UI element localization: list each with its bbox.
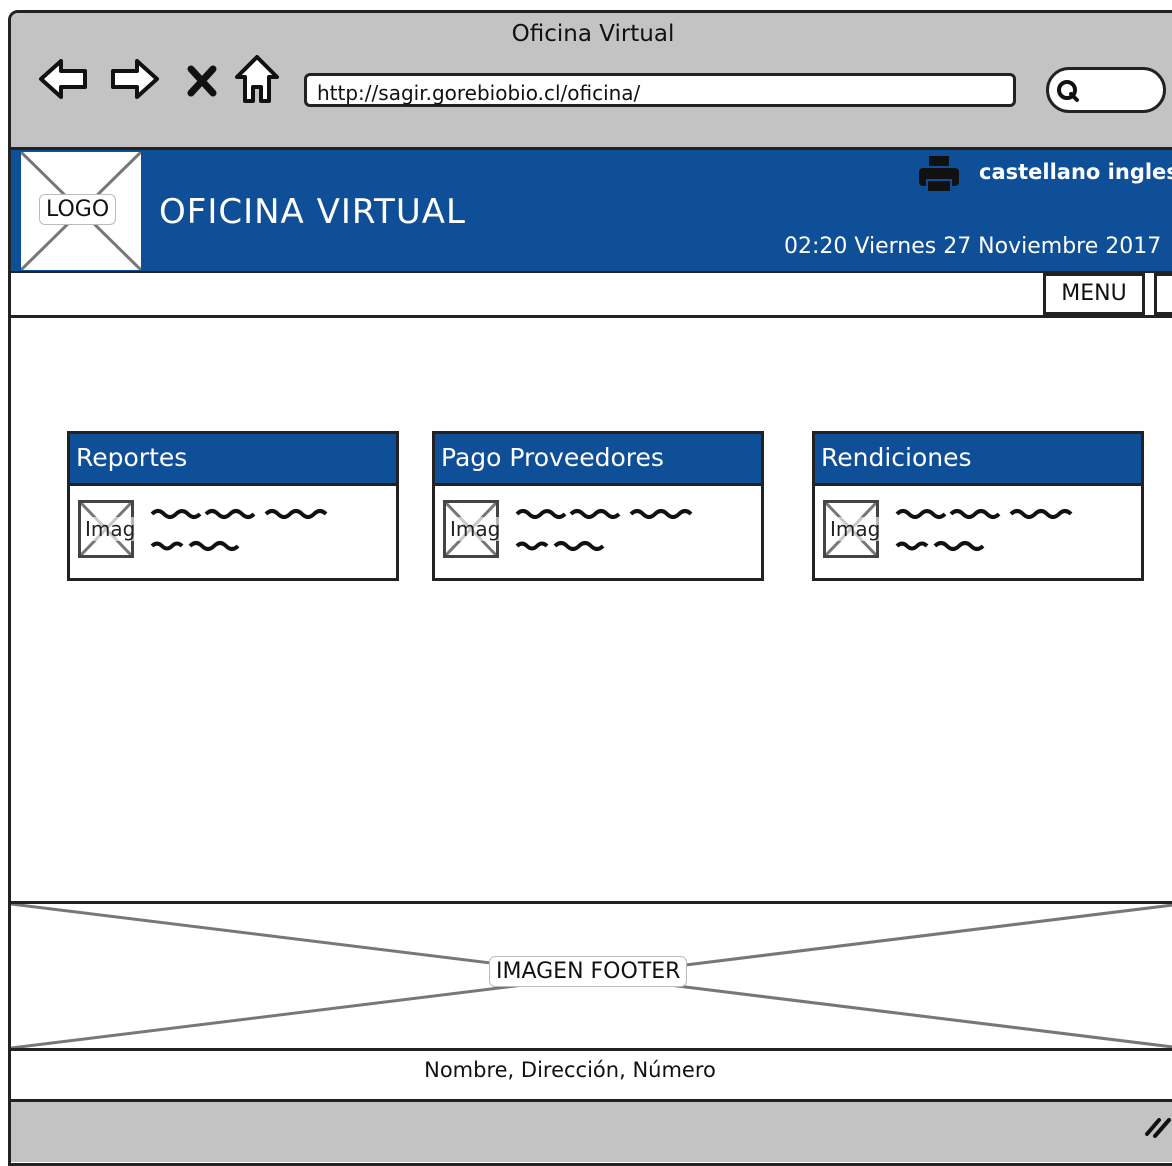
logo-label: LOGO xyxy=(39,194,117,225)
logo-placeholder: LOGO xyxy=(21,152,141,270)
browser-window: Oficina Virtual http://sagir.gorebiobio.… xyxy=(8,10,1172,1166)
scribble-text-placeholder xyxy=(150,509,328,551)
language-castellano-link[interactable]: castellano xyxy=(979,160,1100,184)
browser-status-bar xyxy=(11,1099,1172,1162)
site-title: OFICINA VIRTUAL xyxy=(159,192,466,232)
card-image-placeholder: Imag xyxy=(78,500,136,558)
forward-arrow-icon[interactable] xyxy=(109,57,161,101)
browser-search-box[interactable] xyxy=(1046,67,1166,113)
back-arrow-icon[interactable] xyxy=(37,57,89,101)
card-image-label: Imag xyxy=(85,517,136,541)
footer-image-placeholder: IMAGEN FOOTER xyxy=(11,901,1172,1051)
window-title: Oficina Virtual xyxy=(511,21,675,47)
home-icon[interactable] xyxy=(233,53,281,105)
date-time: 02:20 Viernes 27 Noviembre 2017 xyxy=(784,234,1162,259)
address-bar[interactable]: http://sagir.gorebiobio.cl/oficina/ xyxy=(304,73,1016,107)
printer-icon[interactable] xyxy=(917,154,961,194)
card-image-placeholder: Imag xyxy=(823,500,881,558)
language-ingles-link[interactable]: ingles xyxy=(1108,160,1172,184)
menu-extra-button[interactable] xyxy=(1154,273,1172,315)
card-image-label: Imag xyxy=(450,517,501,541)
card-title: Rendiciones xyxy=(815,434,1141,486)
menu-bar: MENU xyxy=(11,273,1172,318)
stop-icon[interactable] xyxy=(185,63,219,99)
language-selector: castellano ingles xyxy=(979,160,1172,184)
card-image-label: Imag xyxy=(830,517,881,541)
resize-grip-icon[interactable] xyxy=(1143,1114,1172,1138)
scribble-text-placeholder xyxy=(895,509,1073,551)
scribble-text-placeholder xyxy=(515,509,693,551)
menu-button[interactable]: MENU xyxy=(1043,273,1145,315)
card-title: Pago Proveedores xyxy=(435,434,761,486)
card-reportes[interactable]: Reportes Imag xyxy=(67,431,399,581)
card-pago-proveedores[interactable]: Pago Proveedores Imag xyxy=(432,431,764,581)
search-icon xyxy=(1057,80,1079,102)
site-header: LOGO OFICINA VIRTUAL castellano ingles 0… xyxy=(11,150,1172,274)
footer-contact-info: Nombre, Dirección, Número xyxy=(424,1058,716,1082)
card-image-placeholder: Imag xyxy=(443,500,501,558)
browser-toolbar: Oficina Virtual http://sagir.gorebiobio.… xyxy=(11,13,1172,150)
footer-image-label: IMAGEN FOOTER xyxy=(489,956,688,987)
card-rendiciones[interactable]: Rendiciones Imag xyxy=(812,431,1144,581)
card-title: Reportes xyxy=(70,434,396,486)
